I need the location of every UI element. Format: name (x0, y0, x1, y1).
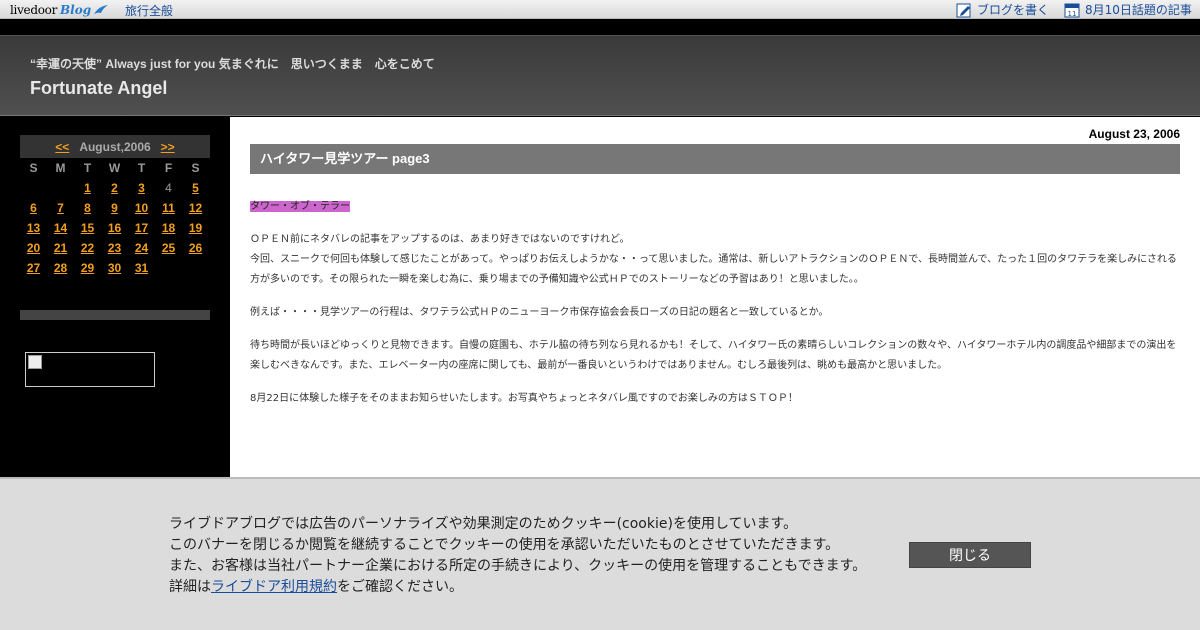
calendar-day-link[interactable]: 19 (182, 218, 209, 238)
calendar-prev-link[interactable]: << (55, 140, 69, 154)
calendar-day: 4 (165, 181, 172, 195)
sidebar-divider (20, 310, 210, 320)
calendar-day-link[interactable]: 17 (128, 218, 155, 238)
calendar-day-link[interactable]: 24 (128, 238, 155, 258)
post-title[interactable]: ハイタワー見学ツアー page3 (250, 144, 1180, 174)
topic-article-label: 8月10日話題の記事 (1085, 3, 1192, 17)
calendar-day-link[interactable]: 13 (20, 218, 47, 238)
sidebar-image[interactable] (25, 352, 155, 387)
calendar-day-link[interactable]: 21 (47, 238, 74, 258)
pencil-icon (956, 3, 971, 17)
cookie-close-button[interactable]: 閉じる (909, 542, 1031, 568)
calendar-day-link[interactable]: 26 (182, 238, 209, 258)
calendar-day-link[interactable]: 8 (74, 198, 101, 218)
calendar-weekday: T (83, 161, 92, 175)
calendar-day-link[interactable]: 29 (74, 258, 101, 278)
calendar-day-link[interactable]: 6 (20, 198, 47, 218)
post-highlight: タワー・オブ・テラー (250, 201, 350, 212)
calendar-weekday: F (164, 161, 173, 175)
write-blog-label: ブログを書く (977, 3, 1050, 17)
livedoor-blog-logo[interactable]: livedoor Blog (10, 1, 109, 18)
calendar-day-link[interactable]: 11 (155, 198, 182, 218)
cookie-line-1: ライブドアブログでは広告のパーソナライズや効果測定のためクッキー(cookie)… (169, 516, 798, 532)
cookie-line-4-pre: 詳細は (169, 579, 211, 595)
dolphin-logo-icon (94, 4, 109, 14)
calendar-month: August,2006 (79, 139, 151, 154)
calendar-day-link[interactable]: 30 (101, 258, 128, 278)
calendar-grid: S M T W T F S 1 2 3 4 5 6 7 8 9 10 11 12 13 14 15 16 17 18 19 20 21… (20, 158, 210, 278)
calendar-day-link[interactable]: 22 (74, 238, 101, 258)
calendar-day-link[interactable]: 14 (47, 218, 74, 238)
post-paragraph-3: 待ち時間が長いほどゆっくりと見物できます。自慢の庭園も、ホテル脇の待ち列なら見れ… (250, 340, 1177, 371)
calendar-icon: 11 (1064, 3, 1080, 18)
post-body: タワー・オブ・テラー ＯＰＥＮ前にネタバレの記事をアップするのは、あまり好きでは… (250, 197, 1180, 422)
calendar-day-link[interactable]: 3 (128, 178, 155, 198)
category-link[interactable]: 旅行全般 (125, 2, 173, 19)
calendar-day-link[interactable]: 25 (155, 238, 182, 258)
calendar-day-link[interactable]: 1 (74, 178, 101, 198)
calendar-day-link[interactable]: 31 (128, 258, 155, 278)
calendar-next-link[interactable]: >> (161, 140, 175, 154)
calendar-weekday: S (191, 161, 200, 175)
cookie-line-2: このバナーを閉じるか閲覧を継続することでクッキーの使用を承認いただいたものとさせ… (169, 537, 840, 553)
calendar-weekday: M (55, 161, 66, 175)
post-paragraph-1-line-1: ＯＰＥＮ前にネタバレの記事をアップするのは、あまり好きではないのですけれど。 (250, 234, 630, 245)
calendar-day-link[interactable]: 2 (101, 178, 128, 198)
calendar-day-link[interactable]: 20 (20, 238, 47, 258)
calendar-day-link[interactable]: 5 (182, 178, 209, 198)
calendar-empty-cell (182, 258, 209, 278)
post-paragraph-1: ＯＰＥＮ前にネタバレの記事をアップするのは、あまり好きではないのですけれど。 今… (250, 230, 1180, 290)
calendar-icon-number: 11 (1068, 10, 1077, 18)
sidebar: << August,2006 >> S M T W T F S 1 2 3 4 5 6 7 8 9 10 11 12… (0, 117, 230, 477)
topic-article-link[interactable]: 11 8月10日話題の記事 (1064, 1, 1192, 18)
post-date: August 23, 2006 (1088, 127, 1180, 141)
blog-tagline: “幸運の天使” Always just for you 気まぐれに 思いつくまま… (30, 57, 435, 71)
calendar-day-link[interactable]: 16 (101, 218, 128, 238)
calendar-weekday: W (108, 161, 121, 175)
post-paragraph-4: 8月22日に体験した様子をそのままお知らせいたします。お写真やちょっとネタバレ風… (250, 393, 798, 404)
calendar-empty-cell (20, 178, 47, 198)
calendar-day-link[interactable]: 10 (128, 198, 155, 218)
cookie-line-3: また、お客様は当社パートナー企業における所定の手続きにより、クッキーの使用を管理… (169, 558, 867, 574)
calendar-day-link[interactable]: 7 (47, 198, 74, 218)
calendar-empty-cell (47, 178, 74, 198)
top-bar: livedoor Blog 旅行全般 ブログを書く 11 8月10日話題の記事 (0, 0, 1200, 19)
calendar-day-link[interactable]: 12 (182, 198, 209, 218)
calendar-empty-cell (155, 258, 182, 278)
calendar-day-link[interactable]: 9 (101, 198, 128, 218)
calendar-day-link[interactable]: 15 (74, 218, 101, 238)
calendar-weekday: S (29, 161, 38, 175)
cookie-banner: ライブドアブログでは広告のパーソナライズや効果測定のためクッキー(cookie)… (0, 477, 1200, 630)
broken-image-icon (28, 355, 42, 369)
main-content: August 23, 2006 ハイタワー見学ツアー page3 タワー・オブ・… (230, 117, 1200, 477)
post-paragraph-1-line-2: 今回、スニークで何回も体験して感じたことがあって。やっぱりお伝えしようかな・・っ… (250, 254, 1177, 285)
blog-title[interactable]: Fortunate Angel (30, 78, 167, 99)
calendar-day-link[interactable]: 23 (101, 238, 128, 258)
post-paragraph-2: 例えば・・・・見学ツアーの行程は、タワテラ公式ＨＰのニューヨーク市保存協会会長ロ… (250, 307, 829, 318)
calendar-day-link[interactable]: 28 (47, 258, 74, 278)
terms-link[interactable]: ライブドア利用規約 (211, 579, 337, 595)
calendar-day-link[interactable]: 18 (155, 218, 182, 238)
blog-header: “幸運の天使” Always just for you 気まぐれに 思いつくまま… (0, 35, 1200, 116)
write-blog-link[interactable]: ブログを書く (956, 1, 1049, 18)
cookie-text: ライブドアブログでは広告のパーソナライズや効果測定のためクッキー(cookie)… (169, 514, 866, 598)
logo-blog-text: Blog (60, 2, 92, 17)
cookie-line-4-post: をご確認ください。 (337, 579, 463, 595)
calendar-weekday: T (137, 161, 146, 175)
logo-livedoor-text: livedoor (10, 2, 58, 17)
calendar: << August,2006 >> S M T W T F S 1 2 3 4 5 6 7 8 9 10 11 12… (20, 135, 210, 278)
calendar-day-link[interactable]: 27 (20, 258, 47, 278)
calendar-header: << August,2006 >> (20, 135, 210, 158)
cookie-line-4: 詳細はライブドア利用規約をご確認ください。 (169, 577, 866, 598)
